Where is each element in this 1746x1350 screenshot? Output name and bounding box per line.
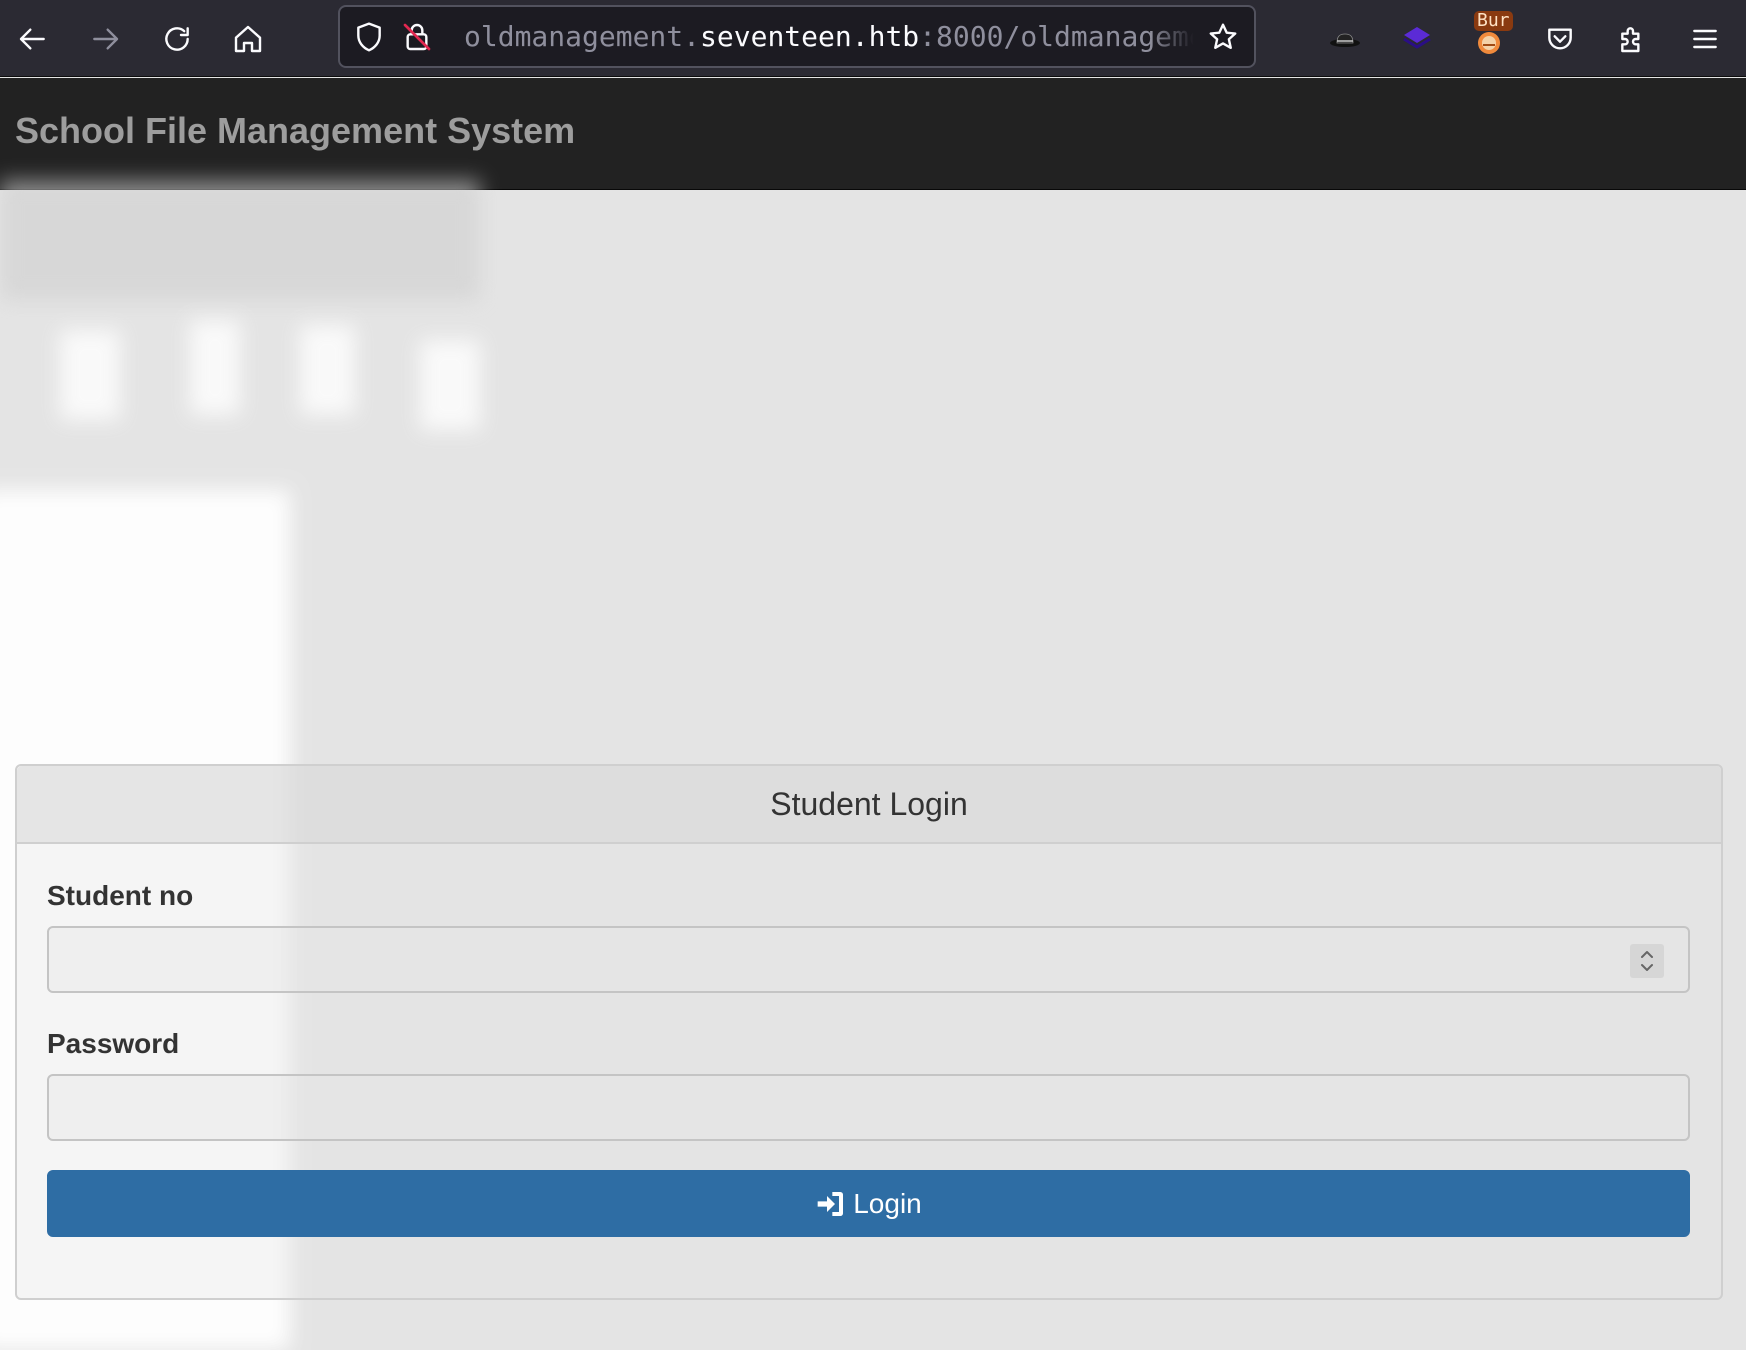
layers-extension-icon[interactable]	[1392, 14, 1442, 64]
background-shape	[420, 340, 480, 430]
password-label: Password	[47, 1028, 180, 1059]
student-no-input[interactable]	[47, 926, 1690, 993]
extensions-puzzle-icon[interactable]	[1608, 14, 1658, 64]
url-text[interactable]: oldmanagement.seventeen.htb:8000/oldmana…	[464, 7, 1194, 66]
login-button[interactable]: Login	[47, 1170, 1690, 1237]
reload-icon[interactable]	[152, 14, 202, 64]
forward-icon[interactable]	[80, 14, 130, 64]
site-navbar: School File Management System	[0, 78, 1746, 190]
bookmark-star-icon[interactable]	[1206, 20, 1240, 54]
number-spinner-icon[interactable]	[1630, 944, 1664, 978]
url-host: seventeen.htb	[700, 20, 920, 53]
login-button-label: Login	[853, 1187, 922, 1219]
menu-icon[interactable]	[1680, 14, 1730, 64]
home-icon[interactable]	[223, 14, 273, 64]
shield-icon[interactable]	[352, 20, 386, 54]
site-brand[interactable]: School File Management System	[15, 78, 575, 190]
login-panel: Student Login Student no Password Login	[15, 764, 1723, 1300]
burp-badge: Bur	[1474, 11, 1513, 31]
insecure-lock-icon[interactable]	[400, 20, 434, 54]
login-heading: Student Login	[17, 766, 1721, 844]
url-rest: :8000/oldmanagement/	[919, 20, 1194, 53]
address-bar[interactable]: oldmanagement.seventeen.htb:8000/oldmana…	[338, 5, 1256, 68]
browser-toolbar: oldmanagement.seventeen.htb:8000/oldmana…	[0, 0, 1746, 77]
back-icon[interactable]	[8, 14, 58, 64]
password-input[interactable]	[47, 1074, 1690, 1141]
background-shape	[0, 180, 480, 300]
url-prefix: oldmanagement.	[464, 20, 701, 53]
pocket-icon[interactable]	[1535, 14, 1585, 64]
hat-extension-icon[interactable]	[1320, 14, 1370, 64]
background-shape	[300, 325, 355, 415]
background-shape	[190, 320, 240, 415]
sign-in-icon	[817, 1191, 844, 1216]
background-shape	[60, 330, 120, 420]
student-no-label: Student no	[47, 880, 194, 911]
